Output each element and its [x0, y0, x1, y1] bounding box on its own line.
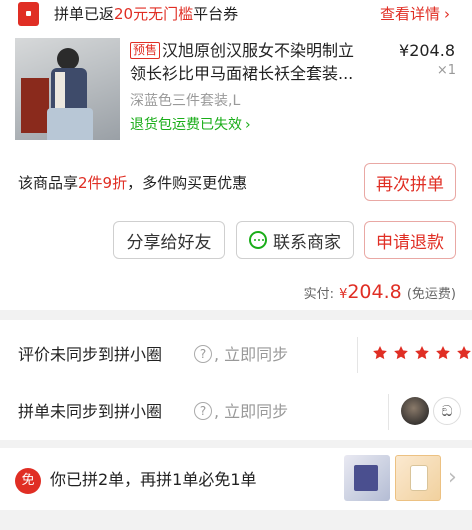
product-title[interactable]: 预售 汉旭原创汉服女不染明制立 领长衫比甲马面裙长袄全套装... — [130, 39, 395, 85]
separator — [357, 337, 358, 373]
return-shipping-notice[interactable]: 退货包运费已失效 › — [130, 116, 251, 134]
recommended-product-thumb[interactable] — [395, 455, 441, 501]
payment-summary: 实付: ¥204.8 (免运费) — [303, 281, 456, 303]
star-icon — [415, 346, 430, 360]
share-button[interactable]: 分享给好友 — [113, 221, 225, 259]
product-price: ¥204.8 — [399, 41, 455, 60]
rebuy-button[interactable]: 再次拼单 — [364, 163, 456, 201]
free-order-text: 你已拼2单，再拼1单必免1单 — [50, 470, 257, 489]
product-quantity: ×1 — [436, 63, 456, 78]
star-icon — [373, 346, 387, 360]
coupon-banner-text: 拼单已返20元无门槛平台券 — [54, 5, 239, 23]
sync-now-link[interactable]: , 立即同步 — [214, 345, 288, 365]
review-sync-row[interactable]: 评价未同步到拼小圈 ? , 立即同步 — [0, 335, 472, 375]
chevron-right-icon: › — [245, 117, 251, 133]
sync-card: 评价未同步到拼小圈 ? , 立即同步 拼单未同步到拼小圈 ? , 立即同步 ඞ — [0, 320, 472, 440]
coupon-icon — [18, 2, 39, 26]
star-icon — [457, 346, 472, 360]
order-card: 拼单已返20元无门槛平台券 查看详情 › 预售 汉旭原创汉服女不染明制立 领长衫比甲… — [0, 0, 472, 310]
free-order-card[interactable]: 免 你已拼2单，再拼1单必免1单 › — [0, 448, 472, 510]
chat-icon — [249, 231, 267, 249]
avatar — [401, 397, 429, 425]
avatar: ඞ — [433, 397, 461, 425]
refund-button[interactable]: 申请退款 — [364, 221, 456, 259]
contact-merchant-button[interactable]: 联系商家 — [236, 221, 354, 259]
separator — [388, 394, 389, 430]
free-badge-icon: 免 — [15, 468, 41, 494]
promo-text: 该商品享2件9折，多件购买更优惠 — [18, 174, 248, 192]
recommended-product-thumb[interactable] — [344, 455, 390, 501]
help-icon[interactable]: ? — [194, 345, 212, 363]
product-spec: 深蓝色三件套装,L — [130, 93, 241, 109]
review-stars — [372, 345, 472, 365]
help-icon[interactable]: ? — [194, 402, 212, 420]
order-sync-row[interactable]: 拼单未同步到拼小圈 ? , 立即同步 ඞ — [0, 390, 472, 434]
chevron-right-icon: › — [444, 5, 451, 23]
star-icon — [394, 346, 408, 360]
chevron-right-icon: › — [448, 465, 457, 490]
presale-tag: 预售 — [130, 42, 161, 59]
product-image[interactable] — [15, 38, 120, 140]
star-icon — [436, 346, 451, 360]
sync-now-link[interactable]: , 立即同步 — [214, 402, 288, 422]
view-details-link[interactable]: 查看详情 › — [380, 4, 450, 24]
